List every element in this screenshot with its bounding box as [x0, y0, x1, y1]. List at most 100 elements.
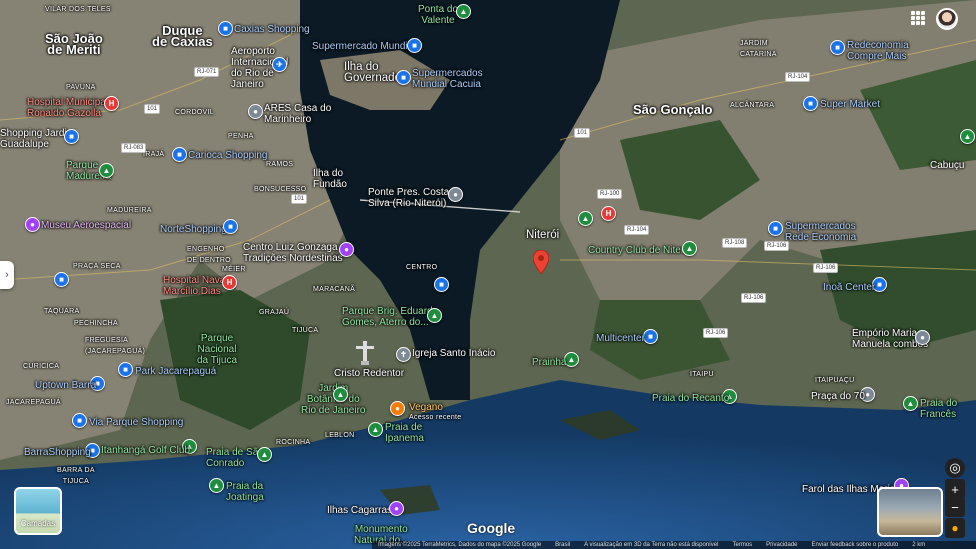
place-praca-do-70[interactable]: Praça do 70	[811, 391, 865, 402]
attribution-bar: Imagens ©2025 TerraMetrics, Dados do map…	[372, 541, 976, 549]
place-via-parque-shopping[interactable]: Via Parque Shopping	[89, 417, 183, 428]
park-marker-icon[interactable]: ▲	[427, 308, 442, 323]
place-igreja-santo-inacio[interactable]: Igreja Santo Inácio	[412, 348, 495, 359]
shopping-marker-icon[interactable]: ■	[803, 96, 818, 111]
place-carioca-shopping[interactable]: Carioca Shopping	[188, 150, 268, 161]
park-marker-icon[interactable]: ▲	[99, 163, 114, 178]
shopping-marker-icon[interactable]: ■	[396, 70, 411, 85]
place-parque-tijuca[interactable]: Parque Nacional da Tijuca	[197, 333, 237, 366]
park-marker-icon[interactable]: ▲	[333, 387, 348, 402]
park-marker-icon[interactable]: ▲	[960, 129, 975, 144]
shopping-marker-icon[interactable]: ■	[830, 40, 845, 55]
google-apps-icon[interactable]	[911, 11, 925, 25]
place-praia-do-recanto[interactable]: Praia do Recanto	[652, 393, 729, 404]
place-inoa-center[interactable]: Inoã Center	[823, 282, 875, 293]
place-norteshopping[interactable]: NorteShopping	[160, 224, 227, 235]
place-prainha[interactable]: Prainha	[532, 357, 566, 368]
place-uptown-barra[interactable]: Uptown Barra	[35, 380, 96, 391]
place-parque-gomes[interactable]: Parque Brig. Eduardo Gomes, Aterro do...	[342, 306, 438, 328]
place-centro-luiz-gonzaga[interactable]: Centro Luiz Gonzaga de Tradições Nordest…	[243, 242, 351, 264]
building-marker-icon[interactable]: ●	[248, 104, 263, 119]
hospital-marker-icon[interactable]: H	[104, 96, 119, 111]
shopping-marker-icon[interactable]: ■	[768, 221, 783, 236]
satellite-map[interactable]	[0, 0, 976, 549]
building-marker-icon[interactable]: ●	[915, 330, 930, 345]
museum-marker-icon[interactable]: ●	[339, 242, 354, 257]
place-duque-de-caxias: Duque de Caxias	[152, 23, 213, 49]
place-barrashopping[interactable]: BarraShopping	[24, 447, 91, 458]
hospital-marker-icon[interactable]: H	[222, 275, 237, 290]
place-praia-de-sao-conrado[interactable]: Praia de São Conrado	[206, 447, 264, 469]
shopping-marker-icon[interactable]: ■	[54, 272, 69, 287]
place-multicenter[interactable]: Multicenter	[596, 333, 645, 344]
place-jardim-botanico[interactable]: Jardim Botânico do Rio de Janeiro	[301, 383, 365, 416]
beach-marker-icon[interactable]: ▲	[209, 478, 224, 493]
place-cordovil: CORDOVIL	[175, 109, 214, 116]
airport-marker-icon[interactable]: ✈	[272, 57, 287, 72]
shopping-marker-icon[interactable]: ■	[218, 21, 233, 36]
shopping-marker-icon[interactable]: ■	[172, 147, 187, 162]
place-supermercado-mundial[interactable]: Supermercado Mundial	[312, 41, 415, 52]
park-marker-icon[interactable]: ▲	[456, 4, 471, 19]
expand-sidebar-button[interactable]: ›	[0, 261, 14, 289]
place-iraja: IRAJÁ	[143, 151, 165, 158]
place-hospital-gazolla[interactable]: Hospital Municipal Ronaldo Gazolla	[27, 97, 108, 119]
hospital-marker-icon[interactable]: H	[601, 206, 616, 221]
place-super-market[interactable]: Super Market	[820, 99, 880, 110]
zoom-out-button[interactable]: −	[945, 497, 965, 517]
road-shield: RJ-104	[785, 72, 811, 82]
place-redeconomia[interactable]: Redeconomia Compre Mais	[847, 40, 909, 62]
place-museu-aeroespacial[interactable]: Museu Aeroespacial	[41, 220, 131, 231]
beach-marker-icon[interactable]: ▲	[257, 447, 272, 462]
transit-marker-icon[interactable]: ■	[434, 277, 449, 292]
shopping-marker-icon[interactable]: ■	[72, 413, 87, 428]
scale-label[interactable]: 2 km	[912, 541, 925, 549]
place-ilhas-cagarras[interactable]: Ilhas Cagarras	[327, 505, 392, 516]
restaurant-marker-icon[interactable]: ●	[390, 401, 405, 416]
landmark-marker-icon[interactable]: ●	[389, 501, 404, 516]
selected-location-pin-icon[interactable]	[533, 250, 549, 274]
road-shield: RJ-106	[741, 293, 767, 303]
zoom-in-button[interactable]: +	[945, 479, 965, 499]
street-view-preview[interactable]	[877, 487, 943, 537]
place-madureira: MADUREIRA	[107, 207, 152, 214]
place-country-club-niteroi[interactable]: Country Club de Niterói	[588, 245, 692, 256]
place-supermercados-cacuia[interactable]: Supermercados Mundial Cacuia	[412, 68, 483, 90]
user-avatar[interactable]	[936, 8, 958, 30]
church-marker-icon[interactable]: ✝	[396, 347, 411, 362]
privacy-link[interactable]: Privacidade	[766, 541, 797, 549]
road-shield: RJ-106	[703, 328, 729, 338]
shopping-marker-icon[interactable]: ■	[643, 329, 658, 344]
place-park-jacarepagua[interactable]: Park Jacarepaguá	[135, 366, 216, 377]
feedback-link[interactable]: Enviar feedback sobre o produto	[812, 541, 899, 549]
shopping-marker-icon[interactable]: ■	[118, 362, 133, 377]
beach-marker-icon[interactable]: ▲	[368, 422, 383, 437]
terms-link[interactable]: Termos	[732, 541, 752, 549]
place-ponta-do-valente[interactable]: Ponta do Valente	[418, 4, 458, 26]
my-location-button[interactable]: ◎	[945, 458, 965, 478]
golf-marker-icon[interactable]: ▲	[682, 241, 697, 256]
place-supermercados-rede[interactable]: Supermercados Rede Economia	[785, 221, 856, 243]
pegman-icon[interactable]: ●	[945, 518, 965, 538]
park-marker-icon[interactable]: ▲	[578, 211, 593, 226]
place-praia-do-frances[interactable]: Praia do Francês	[920, 398, 957, 420]
cristo-redentor-icon[interactable]	[356, 341, 374, 365]
country-link[interactable]: Brasil	[555, 541, 570, 549]
museum-marker-icon[interactable]: ●	[25, 217, 40, 232]
place-itanhanga-golf[interactable]: Itanhangá Golf Club	[101, 445, 190, 456]
beach-marker-icon[interactable]: ▲	[903, 396, 918, 411]
place-hospital-naval[interactable]: Hospital Naval Marcílio Dias	[163, 275, 227, 297]
shopping-marker-icon[interactable]: ■	[64, 129, 79, 144]
place-ponte-rio-niteroi[interactable]: Ponte Pres. Costa e Silva (Rio-Niterói)	[368, 187, 458, 209]
3d-notice: A visualização em 3D da Terra não está d…	[584, 542, 719, 548]
place-freguesia: FREGUESIA (JACAREPAGUÁ)	[85, 337, 146, 355]
place-praia-de-ipanema[interactable]: Praia de Ipanema	[385, 422, 424, 444]
bridge-marker-icon[interactable]: ●	[448, 187, 463, 202]
shopping-marker-icon[interactable]: ■	[407, 38, 422, 53]
shopping-marker-icon[interactable]: ■	[223, 219, 238, 234]
layers-button[interactable]: ◈ Camadas	[14, 487, 62, 535]
place-ares[interactable]: ARES Casa do Marinheiro	[264, 103, 331, 125]
place-cristo-redentor[interactable]: Cristo Redentor	[334, 368, 404, 379]
place-caxias-shopping[interactable]: Caxias Shopping	[234, 24, 310, 35]
place-praia-da-joatinga[interactable]: Praia da Joatinga	[226, 481, 264, 503]
